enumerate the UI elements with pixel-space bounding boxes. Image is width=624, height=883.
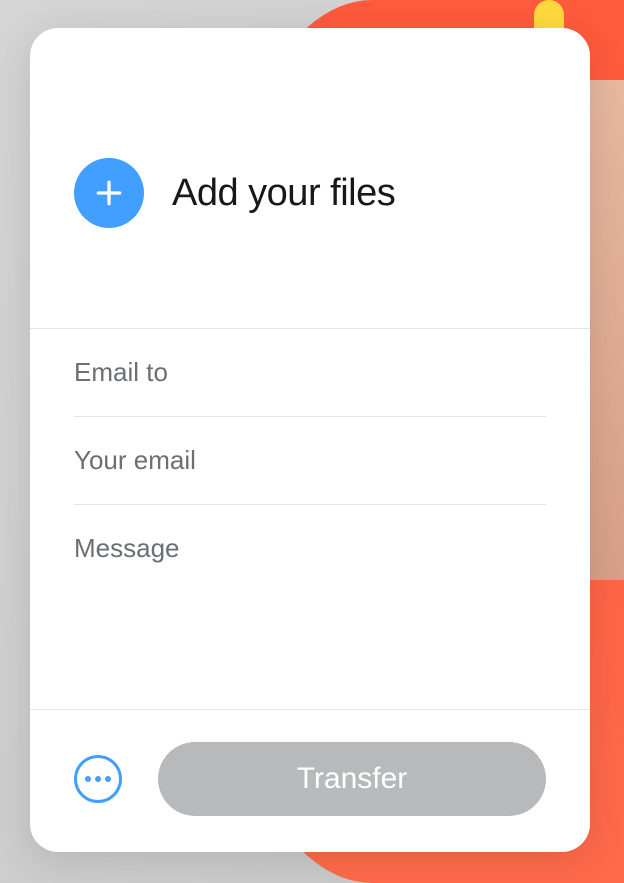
upload-section: Add your files <box>30 28 590 329</box>
message-group <box>74 505 546 666</box>
transfer-button[interactable]: Transfer <box>158 742 546 816</box>
message-input[interactable] <box>74 533 546 633</box>
footer-section: Transfer <box>30 709 590 852</box>
transfer-card: Add your files Transfer <box>30 28 590 852</box>
your-email-group <box>74 417 546 505</box>
email-to-input[interactable] <box>74 357 546 388</box>
options-button[interactable] <box>74 755 122 803</box>
plus-icon <box>93 177 125 209</box>
your-email-input[interactable] <box>74 445 546 476</box>
more-icon <box>85 776 111 782</box>
form-section <box>30 329 590 709</box>
email-to-group <box>74 329 546 417</box>
add-files-button[interactable] <box>74 158 144 228</box>
upload-title: Add your files <box>172 172 395 215</box>
